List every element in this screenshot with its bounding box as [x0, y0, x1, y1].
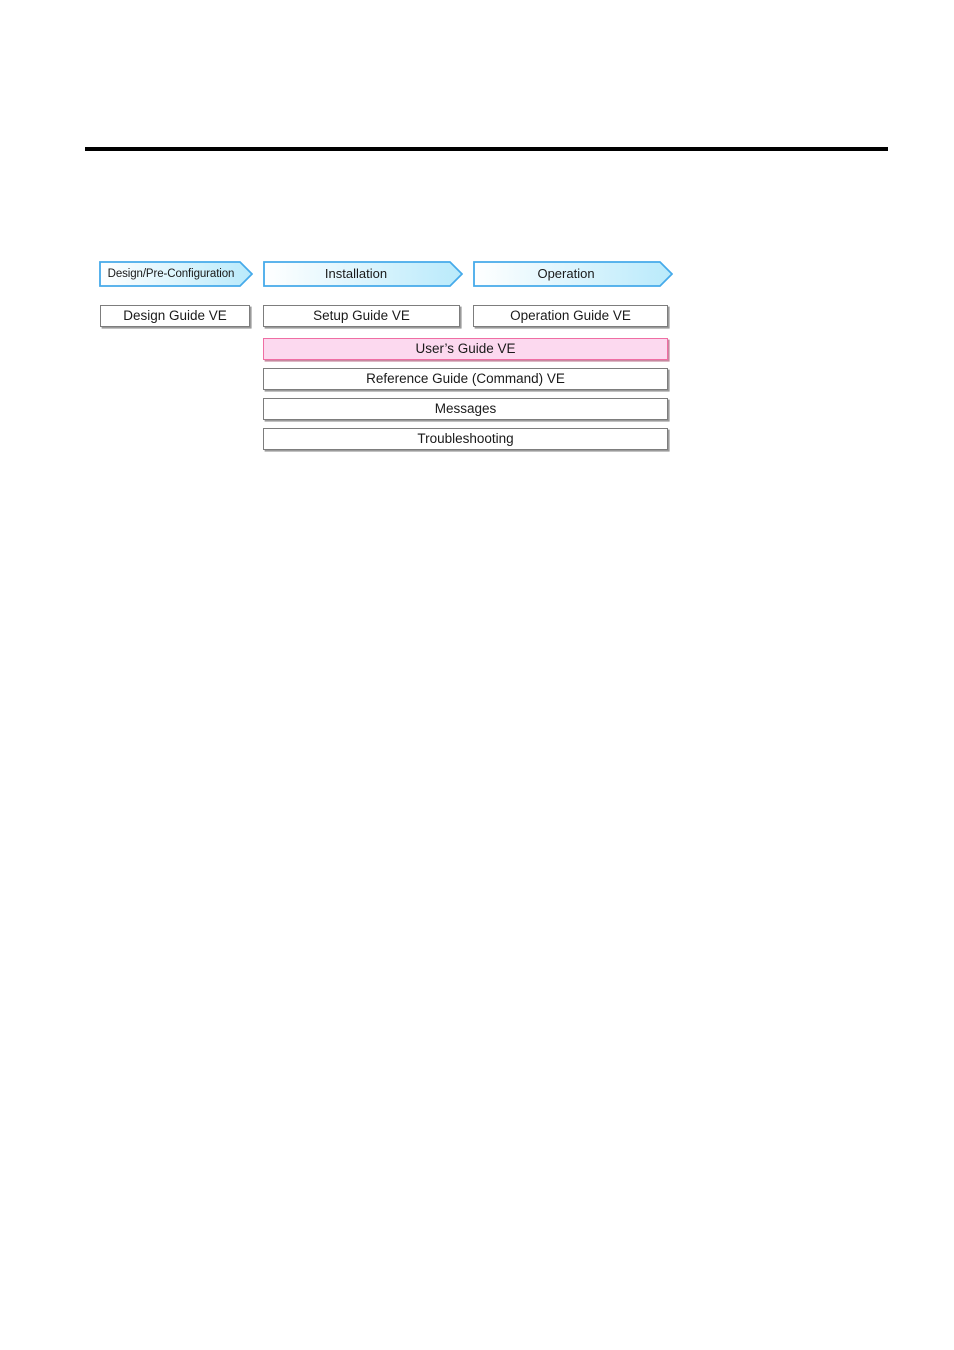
phase-label-installation: Installation: [324, 266, 388, 281]
doc-box-troubleshooting[interactable]: Troubleshooting: [263, 428, 668, 450]
doc-box-messages[interactable]: Messages: [263, 398, 668, 420]
phase-label-design: Design/Pre-Configuration: [107, 268, 235, 280]
doc-box-design-guide-ve[interactable]: Design Guide VE: [100, 305, 250, 327]
manual-organization-diagram: Design/Pre-Configuration Installation Op…: [0, 0, 954, 1350]
doc-box-reference-guide-command-ve[interactable]: Reference Guide (Command) VE: [263, 368, 668, 390]
phase-chevron-installation[interactable]: Installation: [263, 261, 463, 287]
phase-chevron-operation[interactable]: Operation: [473, 261, 673, 287]
phase-chevron-design[interactable]: Design/Pre-Configuration: [99, 261, 253, 287]
doc-box-users-guide-ve[interactable]: User’s Guide VE: [263, 338, 668, 360]
doc-box-setup-guide-ve[interactable]: Setup Guide VE: [263, 305, 460, 327]
phase-label-operation: Operation: [537, 266, 595, 281]
doc-box-operation-guide-ve[interactable]: Operation Guide VE: [473, 305, 668, 327]
